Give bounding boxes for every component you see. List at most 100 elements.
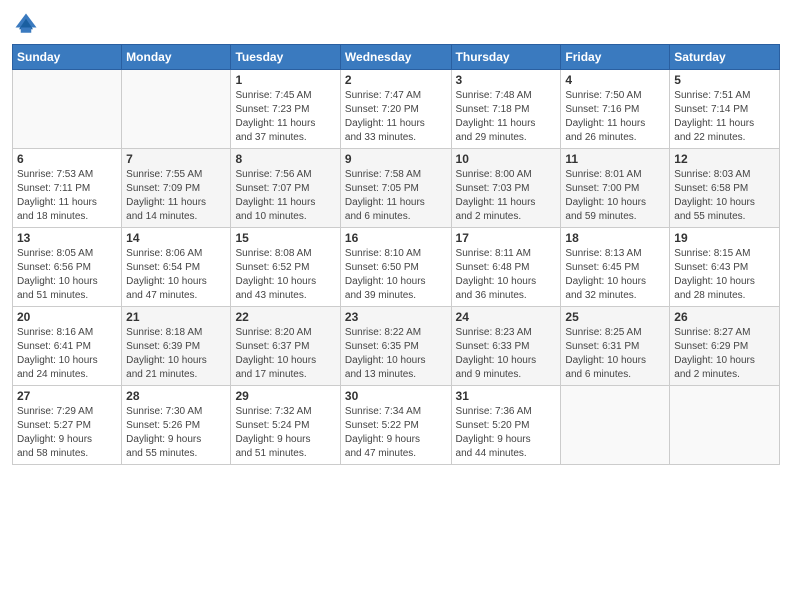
day-number: 14 [126, 231, 226, 245]
day-cell: 1Sunrise: 7:45 AM Sunset: 7:23 PM Daylig… [231, 70, 340, 149]
day-info: Sunrise: 7:55 AM Sunset: 7:09 PM Dayligh… [126, 168, 226, 224]
day-cell: 31 Sunrise: 7:36 AM Sunset: 5:20 PM Dayli… [451, 386, 561, 465]
day-info: Sunrise: 8:25 AM Sunset: 6:31 PM Dayligh… [565, 326, 665, 382]
day-number: 30 [345, 389, 447, 403]
day-number: 5 [674, 73, 775, 87]
day-info: Sunrise: 8:16 AM Sunset: 6:41 PM Dayligh… [17, 326, 117, 382]
day-number: 28 [126, 389, 226, 403]
day-info: Sunrise: 8:05 AM Sunset: 6:56 PM Dayligh… [17, 247, 117, 303]
weekday-header-sunday: Sunday [13, 45, 122, 70]
weekday-header-friday: Friday [561, 45, 670, 70]
day-cell: 2 Sunrise: 7:47 AM Sunset: 7:20 PM Daylig… [340, 70, 451, 149]
day-cell: 28 Sunrise: 7:30 AM Sunset: 5:26 PM Dayli… [122, 386, 231, 465]
day-number: 10 [456, 152, 557, 166]
day-number: 12 [674, 152, 775, 166]
week-row-5: 27Sunrise: 7:29 AM Sunset: 5:27 PM Dayli… [13, 386, 780, 465]
day-info: Sunrise: 8:10 AM Sunset: 6:50 PM Dayligh… [345, 247, 447, 303]
day-info: Sunrise: 8:06 AM Sunset: 6:54 PM Dayligh… [126, 247, 226, 303]
day-number: 15 [235, 231, 335, 245]
day-info: Sunrise: 8:08 AM Sunset: 6:52 PM Dayligh… [235, 247, 335, 303]
day-info: Sunrise: 8:22 AM Sunset: 6:35 PM Dayligh… [345, 326, 447, 382]
day-number: 27 [17, 389, 117, 403]
calendar-table: SundayMondayTuesdayWednesdayThursdayFrid… [12, 44, 780, 465]
day-cell: 11 Sunrise: 8:01 AM Sunset: 7:00 PM Dayli… [561, 149, 670, 228]
day-number: 21 [126, 310, 226, 324]
day-cell: 26Sunrise: 8:27 AM Sunset: 6:29 PM Dayli… [670, 307, 780, 386]
day-cell: 4 Sunrise: 7:50 AM Sunset: 7:16 PM Daylig… [561, 70, 670, 149]
day-info: Sunrise: 8:23 AM Sunset: 6:33 PM Dayligh… [456, 326, 557, 382]
week-row-2: 6Sunrise: 7:53 AM Sunset: 7:11 PM Daylig… [13, 149, 780, 228]
day-number: 31 [456, 389, 557, 403]
day-cell [13, 70, 122, 149]
day-cell: 21 Sunrise: 8:18 AM Sunset: 6:39 PM Dayli… [122, 307, 231, 386]
logo [12, 10, 42, 38]
day-info: Sunrise: 7:50 AM Sunset: 7:16 PM Dayligh… [565, 89, 665, 145]
day-cell: 17Sunrise: 8:11 AM Sunset: 6:48 PM Dayli… [451, 228, 561, 307]
day-cell: 25 Sunrise: 8:25 AM Sunset: 6:31 PM Dayli… [561, 307, 670, 386]
logo-icon [12, 10, 40, 38]
day-cell [122, 70, 231, 149]
day-number: 20 [17, 310, 117, 324]
weekday-header-thursday: Thursday [451, 45, 561, 70]
day-cell: 5Sunrise: 7:51 AM Sunset: 7:14 PM Daylig… [670, 70, 780, 149]
day-cell [670, 386, 780, 465]
day-cell: 7Sunrise: 7:55 AM Sunset: 7:09 PM Daylig… [122, 149, 231, 228]
page: SundayMondayTuesdayWednesdayThursdayFrid… [0, 0, 792, 612]
day-number: 2 [345, 73, 447, 87]
day-number: 22 [235, 310, 335, 324]
day-info: Sunrise: 8:15 AM Sunset: 6:43 PM Dayligh… [674, 247, 775, 303]
day-cell: 6Sunrise: 7:53 AM Sunset: 7:11 PM Daylig… [13, 149, 122, 228]
weekday-header-row: SundayMondayTuesdayWednesdayThursdayFrid… [13, 45, 780, 70]
day-number: 3 [456, 73, 557, 87]
day-cell: 30 Sunrise: 7:34 AM Sunset: 5:22 PM Dayli… [340, 386, 451, 465]
day-cell: 22Sunrise: 8:20 AM Sunset: 6:37 PM Dayli… [231, 307, 340, 386]
day-cell: 9 Sunrise: 7:58 AM Sunset: 7:05 PM Daylig… [340, 149, 451, 228]
day-cell: 3 Sunrise: 7:48 AM Sunset: 7:18 PM Daylig… [451, 70, 561, 149]
day-number: 29 [235, 389, 335, 403]
day-cell: 20 Sunrise: 8:16 AM Sunset: 6:41 PM Dayli… [13, 307, 122, 386]
day-number: 23 [345, 310, 447, 324]
day-number: 9 [345, 152, 447, 166]
day-cell: 27Sunrise: 7:29 AM Sunset: 5:27 PM Dayli… [13, 386, 122, 465]
day-info: Sunrise: 8:01 AM Sunset: 7:00 PM Dayligh… [565, 168, 665, 224]
week-row-1: 1Sunrise: 7:45 AM Sunset: 7:23 PM Daylig… [13, 70, 780, 149]
day-cell: 19 Sunrise: 8:15 AM Sunset: 6:43 PM Dayli… [670, 228, 780, 307]
day-info: Sunrise: 7:34 AM Sunset: 5:22 PM Dayligh… [345, 405, 447, 461]
week-row-3: 13 Sunrise: 8:05 AM Sunset: 6:56 PM Dayli… [13, 228, 780, 307]
day-number: 16 [345, 231, 447, 245]
day-cell: 16 Sunrise: 8:10 AM Sunset: 6:50 PM Dayli… [340, 228, 451, 307]
day-number: 24 [456, 310, 557, 324]
day-info: Sunrise: 7:47 AM Sunset: 7:20 PM Dayligh… [345, 89, 447, 145]
day-info: Sunrise: 8:13 AM Sunset: 6:45 PM Dayligh… [565, 247, 665, 303]
day-number: 4 [565, 73, 665, 87]
weekday-header-tuesday: Tuesday [231, 45, 340, 70]
day-info: Sunrise: 8:03 AM Sunset: 6:58 PM Dayligh… [674, 168, 775, 224]
week-row-4: 20 Sunrise: 8:16 AM Sunset: 6:41 PM Dayli… [13, 307, 780, 386]
day-cell: 12 Sunrise: 8:03 AM Sunset: 6:58 PM Dayli… [670, 149, 780, 228]
day-number: 8 [235, 152, 335, 166]
day-cell: 14 Sunrise: 8:06 AM Sunset: 6:54 PM Dayli… [122, 228, 231, 307]
day-cell [561, 386, 670, 465]
header [12, 10, 780, 38]
day-cell: 18Sunrise: 8:13 AM Sunset: 6:45 PM Dayli… [561, 228, 670, 307]
day-info: Sunrise: 7:48 AM Sunset: 7:18 PM Dayligh… [456, 89, 557, 145]
day-info: Sunrise: 7:36 AM Sunset: 5:20 PM Dayligh… [456, 405, 557, 461]
day-number: 25 [565, 310, 665, 324]
day-number: 26 [674, 310, 775, 324]
day-info: Sunrise: 7:58 AM Sunset: 7:05 PM Dayligh… [345, 168, 447, 224]
day-number: 1 [235, 73, 335, 87]
weekday-header-monday: Monday [122, 45, 231, 70]
day-number: 11 [565, 152, 665, 166]
day-number: 17 [456, 231, 557, 245]
day-info: Sunrise: 7:56 AM Sunset: 7:07 PM Dayligh… [235, 168, 335, 224]
day-cell: 29 Sunrise: 7:32 AM Sunset: 5:24 PM Dayli… [231, 386, 340, 465]
day-info: Sunrise: 7:32 AM Sunset: 5:24 PM Dayligh… [235, 405, 335, 461]
weekday-header-saturday: Saturday [670, 45, 780, 70]
day-info: Sunrise: 8:18 AM Sunset: 6:39 PM Dayligh… [126, 326, 226, 382]
day-info: Sunrise: 7:30 AM Sunset: 5:26 PM Dayligh… [126, 405, 226, 461]
day-info: Sunrise: 7:53 AM Sunset: 7:11 PM Dayligh… [17, 168, 117, 224]
day-number: 13 [17, 231, 117, 245]
weekday-header-wednesday: Wednesday [340, 45, 451, 70]
day-cell: 23 Sunrise: 8:22 AM Sunset: 6:35 PM Dayli… [340, 307, 451, 386]
day-number: 19 [674, 231, 775, 245]
